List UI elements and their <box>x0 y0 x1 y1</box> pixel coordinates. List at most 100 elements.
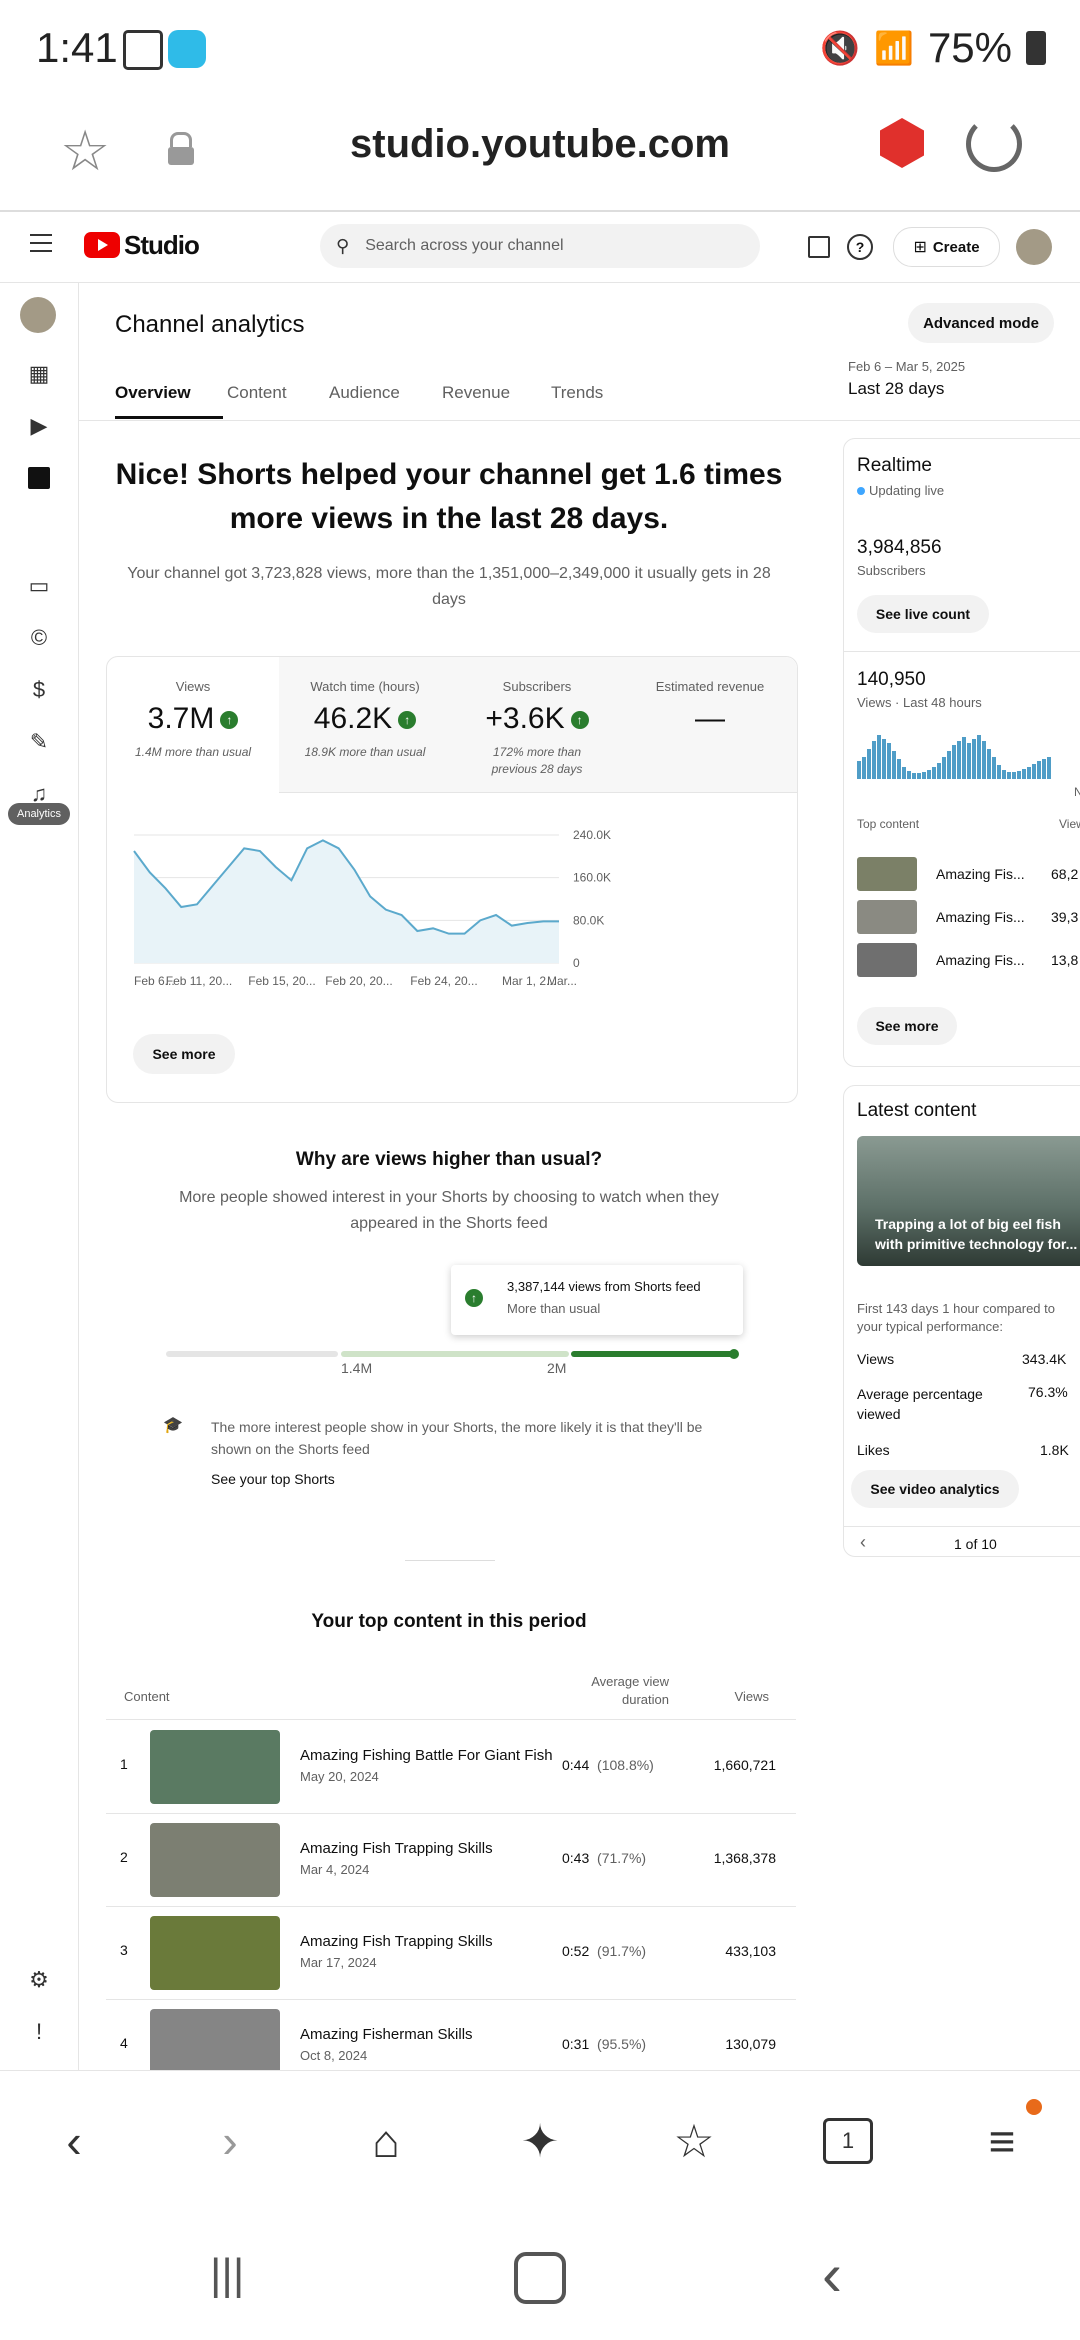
battery-percent: 75% <box>927 24 1012 71</box>
see-more-button[interactable]: See more <box>133 1034 235 1074</box>
feedback-icon[interactable] <box>808 236 830 258</box>
forward-icon[interactable]: › <box>200 2111 260 2171</box>
shorts-feed-tooltip: ↑ 3,387,144 views from Shorts feed More … <box>451 1265 743 1335</box>
copyright-icon[interactable]: © <box>22 621 56 655</box>
tab-revenue[interactable]: Revenue <box>442 383 510 403</box>
realtime-thumb-2[interactable] <box>857 900 917 934</box>
video-thumbnail[interactable] <box>150 1823 280 1897</box>
metric-watch-time[interactable]: Watch time (hours) 46.2K ↑ 18.9K more tha… <box>279 657 452 793</box>
audio-library-icon[interactable]: ♫ <box>22 777 56 811</box>
latest-video-thumbnail[interactable]: Trapping a lot of big eel fish with prim… <box>857 1136 1080 1266</box>
search-input[interactable]: Search across your channel <box>365 237 563 255</box>
tab-audience[interactable]: Audience <box>329 383 400 403</box>
see-live-count-button[interactable]: See live count <box>857 595 989 633</box>
gallery-icon <box>123 30 163 70</box>
col-avg-duration: Average view duration <box>591 1674 669 1707</box>
top-content-title: Your top content in this period <box>311 1611 587 1632</box>
realtime-bar <box>1047 757 1051 779</box>
settings-icon[interactable]: ⚙ <box>22 1963 56 1997</box>
video-title[interactable]: Amazing Fish Trapping Skills <box>300 1840 493 1857</box>
insight-headline: Nice! Shorts helped your channel get 1.6… <box>115 458 783 535</box>
realtime-thumb-3[interactable] <box>857 943 917 977</box>
video-thumbnail[interactable] <box>150 1730 280 1804</box>
realtime-thumb-1[interactable] <box>857 857 917 891</box>
realtime-bar <box>862 757 866 779</box>
earn-icon[interactable]: $ <box>22 673 56 707</box>
realtime-bar <box>997 765 1001 779</box>
content-icon[interactable]: ▶ <box>22 409 56 443</box>
channel-avatar[interactable] <box>20 297 56 333</box>
table-row[interactable]: 1 Amazing Fishing Battle For Giant Fish Ma… <box>106 1720 796 1814</box>
tabs-icon[interactable]: 1 <box>818 2111 878 2171</box>
hamburger-menu-icon[interactable] <box>30 234 52 252</box>
dashboard-icon[interactable]: ▦ <box>22 357 56 391</box>
system-back-icon[interactable]: ‹ <box>822 2240 842 2309</box>
video-date: Mar 17, 2024 <box>300 1955 377 1970</box>
back-icon[interactable]: ‹ <box>44 2111 104 2171</box>
realtime-subscribers: 3,984,856 <box>857 537 942 558</box>
metric-revenue[interactable]: Estimated revenue — <box>623 657 797 793</box>
lock-icon[interactable] <box>168 132 194 165</box>
studio-logo-text[interactable]: Studio <box>124 230 200 261</box>
pager-prev-icon[interactable]: ‹ <box>860 1532 866 1553</box>
youtube-studio-app-icon[interactable] <box>880 118 924 168</box>
realtime-bar <box>1017 771 1021 779</box>
video-date: Oct 8, 2024 <box>300 2048 368 2063</box>
customization-icon[interactable]: ✎ <box>22 725 56 759</box>
realtime-see-more-button[interactable]: See more <box>857 1007 957 1045</box>
browser-toolbar: ☆ studio.youtube.com <box>0 100 1080 212</box>
video-date: Mar 4, 2024 <box>300 1862 370 1877</box>
realtime-bar <box>952 745 956 779</box>
search-bar[interactable]: ⚲ Search across your channel <box>320 224 760 268</box>
video-title[interactable]: Amazing Fish Trapping Skills <box>300 1933 493 1950</box>
recent-apps-icon[interactable]: ||| <box>210 2250 244 2300</box>
url-text[interactable]: studio.youtube.com <box>340 122 740 167</box>
studio-header: Studio ⚲ Search across your channel ? ⊞ … <box>0 212 1080 283</box>
analytics-icon[interactable] <box>22 461 56 495</box>
video-thumbnail[interactable] <box>150 1916 280 1990</box>
video-title[interactable]: Amazing Fisherman Skills <box>300 2026 473 2043</box>
video-title[interactable]: Amazing Fishing Battle For Giant Fish <box>300 1747 553 1764</box>
home-button-icon[interactable] <box>514 2252 566 2304</box>
active-tab-indicator <box>115 416 223 419</box>
avg-duration: 0:52 (91.7%) <box>562 1943 647 1959</box>
ai-sparkle-icon[interactable]: ✦ <box>510 2111 570 2171</box>
tab-trends[interactable]: Trends <box>551 383 603 403</box>
avg-duration: 0:43 (71.7%) <box>562 1850 647 1866</box>
date-range-label[interactable]: Last 28 days <box>848 379 944 399</box>
views-count: 1,368,378 <box>713 1850 776 1866</box>
y-tick-label: 240.0K <box>573 828 611 842</box>
video-thumbnail[interactable] <box>150 2009 280 2070</box>
table-row[interactable]: 3 Amazing Fish Trapping Skills Mar 17, 202… <box>106 1906 796 2000</box>
why-description: More people showed interest in your Shor… <box>179 1189 719 1232</box>
avg-duration: 0:31 (95.5%) <box>562 2036 647 2052</box>
wifi-icon: 📶 <box>874 30 914 66</box>
advanced-mode-button[interactable]: Advanced mode <box>908 303 1054 343</box>
tab-overview[interactable]: Overview <box>115 383 191 403</box>
home-icon[interactable]: ⌂ <box>356 2111 416 2171</box>
youtube-logo-icon[interactable] <box>84 232 120 258</box>
realtime-bar <box>892 751 896 779</box>
send-feedback-icon[interactable]: ! <box>22 2015 56 2049</box>
see-top-shorts-link[interactable]: See your top Shorts <box>211 1471 335 1487</box>
main-content: Channel analytics Advanced mode Feb 6 – … <box>79 283 1080 2070</box>
metric-subscribers[interactable]: Subscribers +3.6K ↑ 172% more than previo… <box>451 657 624 793</box>
reload-icon[interactable] <box>966 116 1022 172</box>
see-video-analytics-button[interactable]: See video analytics <box>851 1470 1019 1508</box>
avatar[interactable] <box>1016 229 1052 265</box>
table-row[interactable]: 4 Amazing Fisherman Skills Oct 8, 2024 0:31… <box>106 1999 796 2070</box>
table-row[interactable]: 2 Amazing Fish Trapping Skills Mar 4, 2024… <box>106 1813 796 1907</box>
live-dot-icon <box>857 487 865 495</box>
metric-views[interactable]: Views 3.7M ↑ 1.4M more than usual <box>107 657 280 792</box>
date-range[interactable]: Feb 6 – Mar 5, 2025 <box>848 359 965 374</box>
x-tick-label: Mar... <box>547 974 577 988</box>
bookmarks-icon[interactable]: ☆ <box>664 2111 724 2171</box>
bookmark-star-icon[interactable]: ☆ <box>60 118 110 184</box>
help-icon[interactable]: ? <box>847 234 873 260</box>
tab-content[interactable]: Content <box>227 383 287 403</box>
latest-content-card: Latest content Trapping a lot of big eel… <box>843 1085 1080 1557</box>
usual-range-bar <box>341 1351 569 1357</box>
subtitles-icon[interactable]: ▭ <box>22 569 56 603</box>
create-button[interactable]: ⊞ Create <box>893 227 1000 267</box>
menu-icon[interactable]: ≡ <box>972 2111 1032 2171</box>
